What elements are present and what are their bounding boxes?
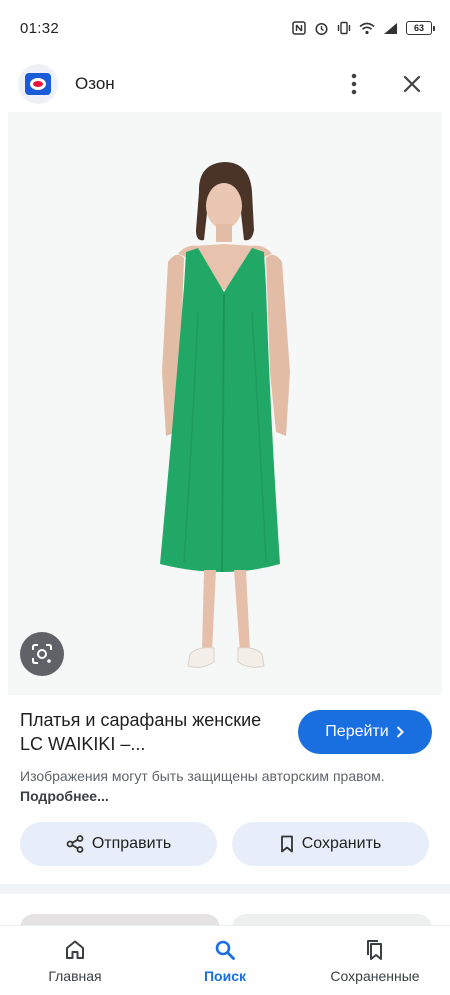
save-button-label: Сохранить: [301, 835, 382, 852]
result-info: Платья и сарафаны женские LC WAIKIKI –..…: [20, 708, 432, 806]
close-icon: [403, 75, 421, 93]
bottom-navigation: Главная Поиск Сохраненные: [0, 925, 450, 995]
dress-photo: [8, 112, 442, 695]
action-buttons: Отправить Сохранить: [20, 822, 430, 866]
copyright-notice: Изображения могут быть защищены авторски…: [20, 766, 400, 806]
nav-home-label: Главная: [48, 967, 102, 984]
nfc-icon: [292, 21, 306, 35]
battery-icon: 63: [406, 21, 435, 35]
nav-saved[interactable]: Сохраненные: [300, 926, 450, 995]
nav-home[interactable]: Главная: [0, 926, 150, 995]
share-icon: [66, 835, 84, 853]
page-title: Озон: [75, 74, 115, 93]
ozon-logo-icon: [18, 64, 58, 104]
status-time: 01:32: [20, 19, 60, 37]
app-header: Озон: [0, 56, 450, 112]
nav-saved-label: Сохраненные: [330, 967, 420, 984]
vibrate-icon: [337, 21, 351, 35]
nav-search[interactable]: Поиск: [150, 926, 300, 995]
save-button[interactable]: Сохранить: [232, 822, 429, 866]
section-divider: [0, 884, 450, 894]
google-lens-button[interactable]: [20, 632, 64, 676]
wifi-icon: [359, 22, 375, 34]
visit-button[interactable]: Перейти: [298, 710, 432, 754]
more-vert-icon: [351, 73, 357, 95]
alarm-icon: [315, 22, 328, 35]
copyright-text: Изображения могут быть защищены авторски…: [20, 768, 385, 784]
search-icon: [215, 940, 235, 960]
bookmarks-icon: [367, 939, 382, 960]
product-image[interactable]: [8, 112, 442, 695]
more-link[interactable]: Подробнее...: [20, 788, 109, 804]
nav-search-label: Поиск: [203, 967, 246, 984]
share-button-label: Отправить: [91, 835, 172, 852]
status-icons: 63: [292, 21, 435, 36]
signal-icon: [384, 22, 397, 34]
visit-button-label: Перейти: [325, 723, 389, 740]
bookmark-icon: [280, 835, 293, 853]
status-bar: 01:32 63: [0, 0, 450, 56]
lens-icon: [32, 644, 52, 664]
battery-level: 63: [413, 23, 424, 33]
share-button[interactable]: Отправить: [20, 822, 217, 866]
home-icon: [66, 940, 84, 959]
chevron-right-icon: [396, 726, 404, 738]
more-options-button[interactable]: [334, 64, 374, 104]
result-title[interactable]: Платья и сарафаны женские LC WAIKIKI –..…: [20, 708, 282, 756]
close-button[interactable]: [392, 64, 432, 104]
